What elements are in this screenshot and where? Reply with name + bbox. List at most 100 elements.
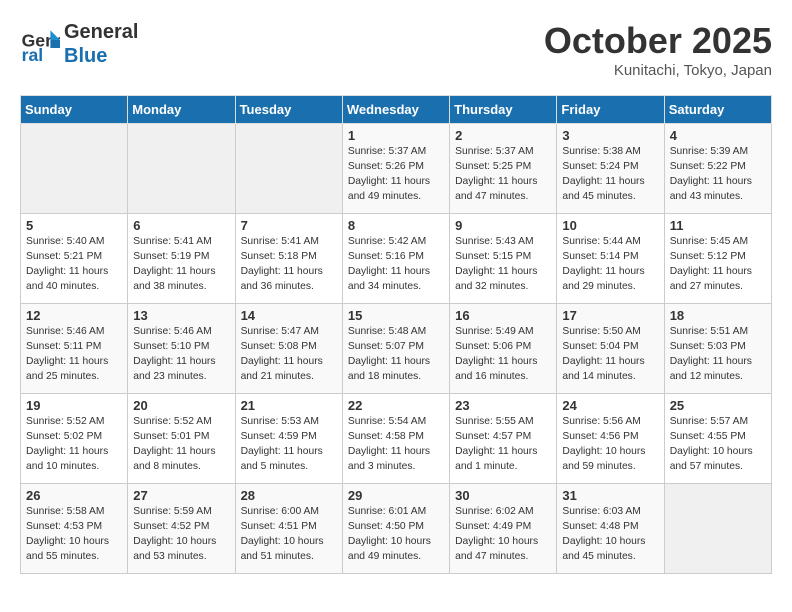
day-info: Sunrise: 5:46 AMSunset: 5:10 PMDaylight:…: [133, 325, 229, 385]
logo-icon: Gene ral: [20, 24, 60, 64]
day-number: 10: [562, 218, 658, 233]
weekday-header-friday: Friday: [557, 96, 664, 124]
calendar-cell: 15 Sunrise: 5:48 AMSunset: 5:07 PMDayligh…: [342, 304, 449, 394]
day-number: 26: [26, 488, 122, 503]
day-info: Sunrise: 6:02 AMSunset: 4:49 PMDaylight:…: [455, 505, 551, 565]
day-info: Sunrise: 5:53 AMSunset: 4:59 PMDaylight:…: [241, 415, 337, 475]
weekday-header-wednesday: Wednesday: [342, 96, 449, 124]
weekday-header-row: SundayMondayTuesdayWednesdayThursdayFrid…: [21, 96, 772, 124]
day-info: Sunrise: 5:41 AMSunset: 5:19 PMDaylight:…: [133, 235, 229, 295]
day-number: 1: [348, 128, 444, 143]
day-number: 21: [241, 398, 337, 413]
calendar-cell: 5Sunrise: 5:40 AMSunset: 5:21 PMDaylight…: [21, 214, 128, 304]
calendar-cell: 22Sunrise: 5:54 AMSunset: 4:58 PMDayligh…: [342, 394, 449, 484]
day-info: Sunrise: 5:59 AMSunset: 4:52 PMDaylight:…: [133, 505, 229, 565]
weekday-header-sunday: Sunday: [21, 96, 128, 124]
day-info: Sunrise: 5:48 AMSunset: 5:07 PMDaylight:…: [348, 325, 444, 385]
calendar-cell: 11Sunrise: 5:45 AMSunset: 5:12 PMDayligh…: [664, 214, 771, 304]
calendar-cell: [664, 484, 771, 574]
day-number: 9: [455, 218, 551, 233]
calendar-cell: 26 Sunrise: 5:58 AMSunset: 4:53 PMDayligh…: [21, 484, 128, 574]
day-info: Sunrise: 5:55 AMSunset: 4:57 PMDaylight:…: [455, 415, 551, 475]
calendar-cell: 4 Sunrise: 5:39 AMSunset: 5:22 PMDaylight…: [664, 124, 771, 214]
weekday-header-tuesday: Tuesday: [235, 96, 342, 124]
calendar-cell: 8Sunrise: 5:42 AMSunset: 5:16 PMDaylight…: [342, 214, 449, 304]
calendar-cell: 6 Sunrise: 5:41 AMSunset: 5:19 PMDaylight…: [128, 214, 235, 304]
day-info: Sunrise: 5:39 AMSunset: 5:22 PMDaylight:…: [670, 145, 766, 205]
day-number: 27: [133, 488, 229, 503]
calendar-cell: 25 Sunrise: 5:57 AMSunset: 4:55 PMDayligh…: [664, 394, 771, 484]
calendar-cell: 19Sunrise: 5:52 AMSunset: 5:02 PMDayligh…: [21, 394, 128, 484]
logo-text-line1: General: [64, 20, 138, 44]
calendar-cell: 28Sunrise: 6:00 AMSunset: 4:51 PMDayligh…: [235, 484, 342, 574]
calendar-cell: 12Sunrise: 5:46 AMSunset: 5:11 PMDayligh…: [21, 304, 128, 394]
week-row-3: 12Sunrise: 5:46 AMSunset: 5:11 PMDayligh…: [21, 304, 772, 394]
day-number: 24: [562, 398, 658, 413]
calendar-cell: 24 Sunrise: 5:56 AMSunset: 4:56 PMDayligh…: [557, 394, 664, 484]
logo-text-line2: Blue: [64, 44, 138, 68]
day-info: Sunrise: 5:50 AMSunset: 5:04 PMDaylight:…: [562, 325, 658, 385]
day-info: Sunrise: 5:41 AMSunset: 5:18 PMDaylight:…: [241, 235, 337, 295]
calendar-cell: 31Sunrise: 6:03 AMSunset: 4:48 PMDayligh…: [557, 484, 664, 574]
calendar-cell: 20 Sunrise: 5:52 AMSunset: 5:01 PMDayligh…: [128, 394, 235, 484]
day-number: 2: [455, 128, 551, 143]
day-number: 30: [455, 488, 551, 503]
calendar-cell: [128, 124, 235, 214]
logo: Gene ral General Blue: [20, 20, 138, 68]
calendar-cell: 17 Sunrise: 5:50 AMSunset: 5:04 PMDayligh…: [557, 304, 664, 394]
month-title: October 2025: [544, 20, 772, 62]
calendar-table: SundayMondayTuesdayWednesdayThursdayFrid…: [20, 95, 772, 574]
svg-text:ral: ral: [22, 45, 44, 64]
day-info: Sunrise: 6:01 AMSunset: 4:50 PMDaylight:…: [348, 505, 444, 565]
calendar-cell: 2 Sunrise: 5:37 AMSunset: 5:25 PMDaylight…: [450, 124, 557, 214]
calendar-cell: 10Sunrise: 5:44 AMSunset: 5:14 PMDayligh…: [557, 214, 664, 304]
day-info: Sunrise: 5:57 AMSunset: 4:55 PMDaylight:…: [670, 415, 766, 475]
week-row-4: 19Sunrise: 5:52 AMSunset: 5:02 PMDayligh…: [21, 394, 772, 484]
day-number: 3: [562, 128, 658, 143]
week-row-5: 26 Sunrise: 5:58 AMSunset: 4:53 PMDayligh…: [21, 484, 772, 574]
calendar-cell: 27 Sunrise: 5:59 AMSunset: 4:52 PMDayligh…: [128, 484, 235, 574]
day-info: Sunrise: 5:37 AMSunset: 5:25 PMDaylight:…: [455, 145, 551, 205]
calendar-cell: [21, 124, 128, 214]
day-number: 19: [26, 398, 122, 413]
day-number: 23: [455, 398, 551, 413]
day-info: Sunrise: 5:38 AMSunset: 5:24 PMDaylight:…: [562, 145, 658, 205]
day-info: Sunrise: 5:52 AMSunset: 5:01 PMDaylight:…: [133, 415, 229, 475]
day-info: Sunrise: 5:56 AMSunset: 4:56 PMDaylight:…: [562, 415, 658, 475]
day-number: 28: [241, 488, 337, 503]
day-number: 4: [670, 128, 766, 143]
day-info: Sunrise: 5:37 AMSunset: 5:26 PMDaylight:…: [348, 145, 444, 205]
calendar-cell: 7 Sunrise: 5:41 AMSunset: 5:18 PMDaylight…: [235, 214, 342, 304]
calendar-cell: 23 Sunrise: 5:55 AMSunset: 4:57 PMDayligh…: [450, 394, 557, 484]
calendar-cell: [235, 124, 342, 214]
calendar-cell: 16 Sunrise: 5:49 AMSunset: 5:06 PMDayligh…: [450, 304, 557, 394]
calendar-cell: 21 Sunrise: 5:53 AMSunset: 4:59 PMDayligh…: [235, 394, 342, 484]
calendar-cell: 13Sunrise: 5:46 AMSunset: 5:10 PMDayligh…: [128, 304, 235, 394]
week-row-2: 5Sunrise: 5:40 AMSunset: 5:21 PMDaylight…: [21, 214, 772, 304]
week-row-1: 1 Sunrise: 5:37 AMSunset: 5:26 PMDaylight…: [21, 124, 772, 214]
calendar-cell: 18Sunrise: 5:51 AMSunset: 5:03 PMDayligh…: [664, 304, 771, 394]
day-info: Sunrise: 5:58 AMSunset: 4:53 PMDaylight:…: [26, 505, 122, 565]
day-number: 22: [348, 398, 444, 413]
calendar-cell: 3 Sunrise: 5:38 AMSunset: 5:24 PMDaylight…: [557, 124, 664, 214]
weekday-header-monday: Monday: [128, 96, 235, 124]
day-number: 8: [348, 218, 444, 233]
day-number: 31: [562, 488, 658, 503]
day-number: 6: [133, 218, 229, 233]
day-number: 5: [26, 218, 122, 233]
day-number: 25: [670, 398, 766, 413]
weekday-header-thursday: Thursday: [450, 96, 557, 124]
day-info: Sunrise: 5:45 AMSunset: 5:12 PMDaylight:…: [670, 235, 766, 295]
day-number: 14: [241, 308, 337, 323]
day-info: Sunrise: 5:51 AMSunset: 5:03 PMDaylight:…: [670, 325, 766, 385]
day-number: 20: [133, 398, 229, 413]
calendar-cell: 14Sunrise: 5:47 AMSunset: 5:08 PMDayligh…: [235, 304, 342, 394]
page-header: Gene ral General Blue October 2025 Kunit…: [20, 20, 772, 79]
day-number: 7: [241, 218, 337, 233]
day-info: Sunrise: 5:49 AMSunset: 5:06 PMDaylight:…: [455, 325, 551, 385]
day-number: 16: [455, 308, 551, 323]
weekday-header-saturday: Saturday: [664, 96, 771, 124]
day-number: 15: [348, 308, 444, 323]
title-block: October 2025 Kunitachi, Tokyo, Japan: [544, 20, 772, 79]
day-number: 17: [562, 308, 658, 323]
